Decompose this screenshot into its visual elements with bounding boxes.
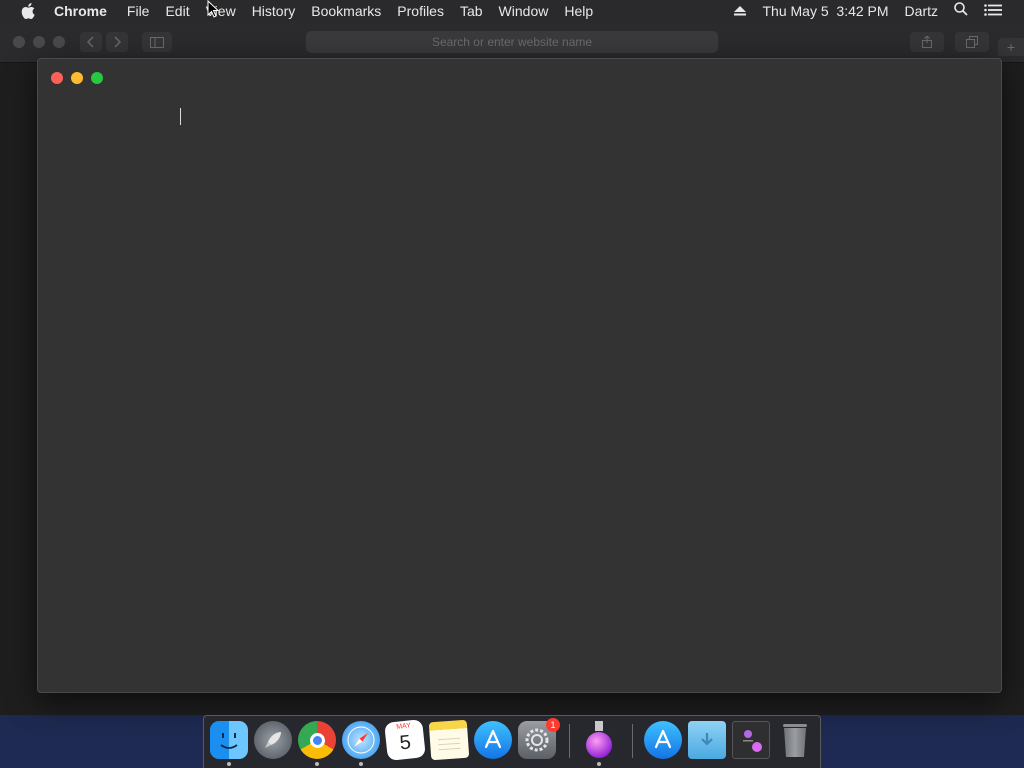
menu-app-name[interactable]: Chrome <box>54 0 119 22</box>
safari-running-indicator <box>359 762 363 766</box>
mouse-pointer-icon <box>207 0 220 23</box>
chrome-running-indicator <box>315 762 319 766</box>
chrome-center-icon <box>309 732 325 748</box>
potion-document-icon <box>743 730 762 752</box>
close-button[interactable] <box>51 72 63 84</box>
back-button[interactable] <box>80 32 102 52</box>
system-preferences-badge: 1 <box>546 718 560 732</box>
address-bar-placeholder: Search or enter website name <box>431 35 593 49</box>
menu-bar: Chrome File Edit View History Bookmarks … <box>0 0 1024 22</box>
gear-icon <box>525 728 549 752</box>
menu-user[interactable]: Dartz <box>897 0 946 22</box>
bg-minimize-button[interactable] <box>33 36 45 48</box>
downloads-folder-icon[interactable] <box>688 721 726 759</box>
sidebar-button[interactable] <box>142 32 172 52</box>
search-icon[interactable] <box>946 0 976 22</box>
text-caret <box>180 108 181 125</box>
trash-icon[interactable] <box>776 721 814 759</box>
calendar-day: 5 <box>398 731 412 755</box>
lined-paper-icon <box>437 737 461 751</box>
finder-icon[interactable] <box>210 721 248 759</box>
dock: MAY 5 1 <box>203 715 821 768</box>
sidebar-icon <box>150 36 164 48</box>
share-button[interactable] <box>910 32 944 52</box>
minimize-button[interactable] <box>71 72 83 84</box>
bg-close-button[interactable] <box>13 36 25 48</box>
chevron-left-icon <box>87 36 94 48</box>
rocket-icon <box>265 732 281 748</box>
menu-file[interactable]: File <box>119 0 158 22</box>
compass-icon <box>347 726 375 754</box>
menu-view[interactable]: View <box>198 0 244 22</box>
installer-running-indicator <box>597 762 601 766</box>
dock-separator <box>632 724 633 758</box>
dock-separator <box>569 724 570 758</box>
chevron-right-icon <box>114 36 121 48</box>
trash-can-icon <box>783 724 807 757</box>
app-store-icon[interactable] <box>474 721 512 759</box>
potion-flask-icon <box>586 721 612 758</box>
calendar-icon[interactable]: MAY 5 <box>384 719 426 761</box>
apple-icon[interactable] <box>20 0 36 22</box>
menu-bar-status-area: Thu May 5 3:42 PM Dartz <box>726 0 1024 22</box>
menu-bookmarks[interactable]: Bookmarks <box>303 0 389 22</box>
bg-zoom-button[interactable] <box>53 36 65 48</box>
launchpad-icon[interactable] <box>254 721 292 759</box>
applications-stack-icon[interactable] <box>644 721 682 759</box>
address-bar[interactable]: Search or enter website name <box>306 31 718 53</box>
document-stack-icon[interactable] <box>732 721 770 759</box>
installer-potion-icon[interactable] <box>580 721 618 759</box>
menu-tab[interactable]: Tab <box>452 0 491 22</box>
menu-window[interactable]: Window <box>491 0 557 22</box>
app-store-a-icon <box>484 729 502 749</box>
app-store-a-icon <box>654 729 672 749</box>
plus-icon: + <box>1006 39 1016 55</box>
menu-edit[interactable]: Edit <box>157 0 197 22</box>
system-preferences-icon[interactable]: 1 <box>518 718 560 759</box>
safari-icon[interactable] <box>342 721 380 759</box>
chrome-window <box>37 58 1002 693</box>
notes-icon[interactable] <box>428 719 470 761</box>
new-tab-button[interactable]: + <box>998 38 1024 56</box>
finder-running-indicator <box>227 762 231 766</box>
tabs-overview-button[interactable] <box>955 32 989 52</box>
finder-face-icon <box>220 733 238 749</box>
eject-icon[interactable] <box>726 0 754 22</box>
menu-history[interactable]: History <box>244 0 304 22</box>
menu-help[interactable]: Help <box>556 0 601 22</box>
download-arrow-icon <box>701 733 713 746</box>
forward-button[interactable] <box>106 32 128 52</box>
background-toolbar: Search or enter website name + <box>0 22 1024 63</box>
menu-datetime[interactable]: Thu May 5 3:42 PM <box>754 0 896 22</box>
zoom-button[interactable] <box>91 72 103 84</box>
chrome-icon[interactable] <box>298 721 336 759</box>
list-icon[interactable] <box>976 0 1024 22</box>
menu-profiles[interactable]: Profiles <box>389 0 452 22</box>
share-icon <box>922 36 932 48</box>
tabs-icon <box>966 36 978 48</box>
